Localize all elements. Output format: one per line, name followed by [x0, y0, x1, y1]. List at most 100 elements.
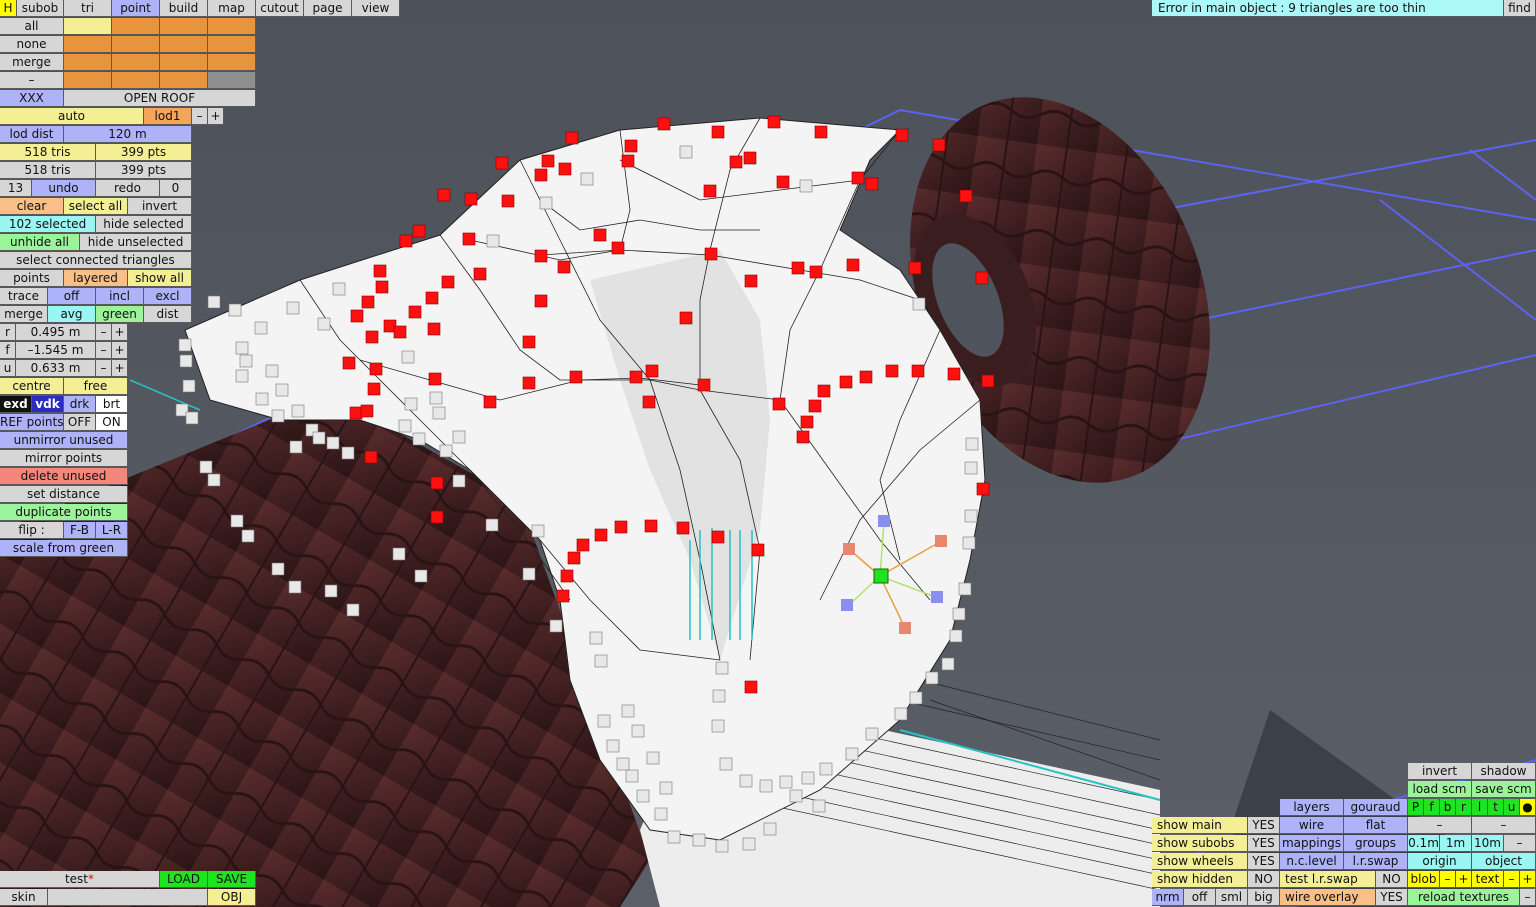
lod-dist-value[interactable]: 120 m [64, 126, 192, 143]
select-all-row[interactable]: all [0, 18, 64, 35]
show-wheels-label[interactable]: show wheels [1152, 853, 1248, 870]
lod-level[interactable]: lod1 [144, 108, 192, 125]
file-name[interactable]: test* [0, 871, 160, 888]
mappings-button[interactable]: mappings [1280, 835, 1344, 852]
swatch-3-2[interactable] [112, 54, 160, 71]
menu-build[interactable]: build [160, 0, 208, 17]
wire-overlay-value[interactable]: YES [1376, 889, 1408, 906]
redo-button[interactable]: redo [96, 180, 160, 197]
wire-overlay-label[interactable]: wire overlay [1280, 889, 1376, 906]
swatch-4-4[interactable] [208, 72, 256, 89]
text-label[interactable]: text [1472, 871, 1504, 888]
shadow-button[interactable]: shadow [1472, 763, 1536, 780]
scale-from-green-button[interactable]: scale from green [0, 540, 128, 557]
groups-button[interactable]: groups [1344, 835, 1408, 852]
grid-minus[interactable]: – [1504, 835, 1536, 852]
menu-subob[interactable]: subob [17, 0, 64, 17]
swatch-2-4[interactable] [208, 36, 256, 53]
coord-r-value[interactable]: 0.495 m [16, 324, 96, 341]
menu-tri[interactable]: tri [64, 0, 112, 17]
hide-selected-button[interactable]: hide selected [96, 216, 192, 233]
invert-button[interactable]: invert [128, 198, 192, 215]
flip-lr-button[interactable]: L-R [96, 522, 128, 539]
grid-0-1m[interactable]: 0.1m [1408, 835, 1440, 852]
render-exd[interactable]: exd [0, 396, 32, 413]
big-button[interactable]: big [1248, 889, 1280, 906]
reload-minus[interactable]: – [1520, 889, 1536, 906]
pivot-free[interactable]: free [64, 378, 128, 395]
flip-fb-button[interactable]: F-B [64, 522, 96, 539]
skin-label[interactable]: skin [0, 889, 48, 906]
lr-swap-button[interactable]: l.r.swap [1344, 853, 1408, 870]
layers-button[interactable]: layers [1280, 799, 1344, 816]
toggle-dot[interactable]: ● [1520, 799, 1536, 816]
menu-cutout[interactable]: cutout [256, 0, 304, 17]
test-lr-swap-label[interactable]: test l.r.swap [1280, 871, 1376, 888]
swatch-4-3[interactable] [160, 72, 208, 89]
sml-button[interactable]: sml [1216, 889, 1248, 906]
merge-dist[interactable]: dist [144, 306, 192, 323]
swatch-4-1[interactable] [64, 72, 112, 89]
nc-level-button[interactable]: n.c.level [1280, 853, 1344, 870]
swatch-2-3[interactable] [160, 36, 208, 53]
swatch-1-1[interactable] [64, 18, 112, 35]
render-drk[interactable]: drk [64, 396, 96, 413]
invert-view-button[interactable]: invert [1408, 763, 1472, 780]
find-button[interactable]: find [1504, 0, 1536, 17]
swatch-3-3[interactable] [160, 54, 208, 71]
hide-unselected-button[interactable]: hide unselected [80, 234, 192, 251]
object-name[interactable]: OPEN ROOF [64, 90, 256, 107]
3d-viewport[interactable] [0, 0, 1536, 907]
lod-auto[interactable]: auto [0, 108, 144, 125]
unmirror-unused-button[interactable]: unmirror unused [0, 432, 128, 449]
blob-label[interactable]: blob [1408, 871, 1440, 888]
menu-page[interactable]: page [304, 0, 352, 17]
toggle-f[interactable]: f [1424, 799, 1440, 816]
text-minus[interactable]: – [1504, 871, 1520, 888]
toggle-u[interactable]: u [1504, 799, 1520, 816]
select-merge-row[interactable]: merge [0, 54, 64, 71]
skin-field[interactable] [48, 889, 208, 906]
toggle-p[interactable]: P [1408, 799, 1424, 816]
save-button[interactable]: SAVE [208, 871, 256, 888]
toggle-b[interactable]: b [1440, 799, 1456, 816]
render-brt[interactable]: brt [96, 396, 128, 413]
lod-dist-label[interactable]: lod dist [0, 126, 64, 143]
coord-f-minus[interactable]: – [96, 342, 112, 359]
load-scm-button[interactable]: load scm [1408, 781, 1472, 798]
show-hidden-label[interactable]: show hidden [1152, 871, 1248, 888]
text-plus[interactable]: + [1520, 871, 1536, 888]
points-mode[interactable]: points [0, 270, 64, 287]
pivot-centre[interactable]: centre [0, 378, 64, 395]
show-main-value[interactable]: YES [1248, 817, 1280, 834]
set-distance-button[interactable]: set distance [0, 486, 128, 503]
select-minus-row[interactable]: – [0, 72, 64, 89]
save-scm-button[interactable]: save scm [1472, 781, 1536, 798]
lod-plus[interactable]: + [208, 108, 224, 125]
coord-u-plus[interactable]: + [112, 360, 128, 377]
object-tag[interactable]: XXX [0, 90, 64, 107]
unhide-all-button[interactable]: unhide all [0, 234, 80, 251]
dash-button-1[interactable]: – [1408, 817, 1472, 834]
swatch-1-2[interactable] [112, 18, 160, 35]
swatch-3-1[interactable] [64, 54, 112, 71]
grid-10m[interactable]: 10m [1472, 835, 1504, 852]
select-connected-button[interactable]: select connected triangles [0, 252, 192, 269]
nrm-button[interactable]: nrm [1152, 889, 1184, 906]
menu-map[interactable]: map [208, 0, 256, 17]
swatch-1-4[interactable] [208, 18, 256, 35]
show-subobs-label[interactable]: show subobs [1152, 835, 1248, 852]
trace-incl[interactable]: incl [96, 288, 144, 305]
show-main-label[interactable]: show main [1152, 817, 1248, 834]
ref-points-label[interactable]: REF points [0, 414, 64, 431]
coord-r-minus[interactable]: – [96, 324, 112, 341]
coord-f-value[interactable]: –1.545 m [16, 342, 96, 359]
load-button[interactable]: LOAD [160, 871, 208, 888]
object-button[interactable]: object [1472, 853, 1536, 870]
wire-button[interactable]: wire [1280, 817, 1344, 834]
mirror-points-button[interactable]: mirror points [0, 450, 128, 467]
flat-button[interactable]: flat [1344, 817, 1408, 834]
layered-toggle[interactable]: layered [64, 270, 128, 287]
show-subobs-value[interactable]: YES [1248, 835, 1280, 852]
blob-minus[interactable]: – [1440, 871, 1456, 888]
